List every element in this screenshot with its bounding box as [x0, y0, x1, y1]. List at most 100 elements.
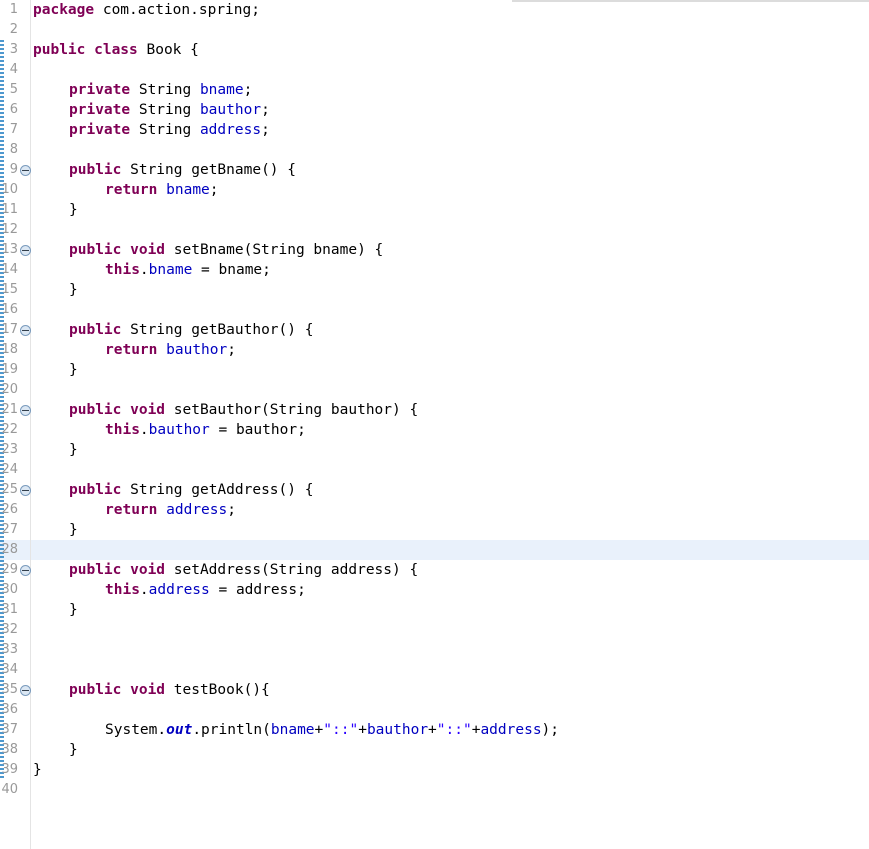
gutter-row[interactable]: 14 — [0, 260, 31, 280]
code-line[interactable]: private String address; — [67, 120, 270, 140]
code-line[interactable] — [31, 540, 33, 560]
gutter-row[interactable]: 40 — [0, 780, 31, 800]
code-line[interactable]: public String getBname() { — [67, 160, 296, 180]
gutter-row[interactable]: 39 — [0, 760, 31, 780]
code-token-plain: } — [69, 202, 78, 218]
gutter-row[interactable]: 16 — [0, 300, 31, 320]
fold-collapse-icon[interactable] — [20, 325, 31, 336]
code-line[interactable]: System.out.println(bname+"::"+bauthor+":… — [103, 720, 559, 740]
code-line[interactable]: public String getBauthor() { — [67, 320, 313, 340]
fold-collapse-icon[interactable] — [20, 245, 31, 256]
gutter-row[interactable]: 13 — [0, 240, 31, 260]
code-line[interactable]: public void testBook(){ — [67, 680, 270, 700]
gutter-row[interactable]: 36 — [0, 700, 31, 720]
gutter-row[interactable]: 31 — [0, 600, 31, 620]
fold-collapse-icon[interactable] — [20, 565, 31, 576]
gutter-row[interactable]: 4 — [0, 60, 31, 80]
fold-collapse-icon[interactable] — [20, 405, 31, 416]
gutter-row[interactable]: 6 — [0, 100, 31, 120]
code-line[interactable] — [31, 60, 33, 80]
gutter-row[interactable]: 22 — [0, 420, 31, 440]
code-line[interactable]: this.address = address; — [103, 580, 306, 600]
code-line[interactable] — [31, 660, 33, 680]
code-token-fld: bname — [270, 722, 315, 738]
code-line[interactable]: private String bname; — [67, 80, 252, 100]
code-token-fld: address — [166, 502, 228, 518]
gutter-row[interactable]: 19 — [0, 360, 31, 380]
code-line[interactable]: return bname; — [103, 180, 219, 200]
gutter-row[interactable]: 23 — [0, 440, 31, 460]
code-line[interactable]: } — [67, 600, 78, 620]
code-line[interactable]: } — [67, 360, 78, 380]
gutter-row[interactable]: 27 — [0, 520, 31, 540]
code-line[interactable]: this.bname = bname; — [103, 260, 271, 280]
java-source-editor[interactable]: 1 2 3 4 5 6 7 8 9 10 11 12 13 14 15 16 17 18 19 20 21 22 23 24 2… — [0, 0, 869, 849]
gutter-row[interactable]: 3 — [0, 40, 31, 60]
gutter-row[interactable]: 30 — [0, 580, 31, 600]
gutter-row[interactable]: 1 — [0, 0, 31, 20]
code-line[interactable]: } — [67, 740, 78, 760]
gutter-row[interactable]: 35 — [0, 680, 31, 700]
code-token-kw: public — [69, 482, 122, 498]
gutter-row[interactable]: 29 — [0, 560, 31, 580]
gutter-row[interactable]: 26 — [0, 500, 31, 520]
code-line[interactable]: public void setBname(String bname) { — [67, 240, 383, 260]
code-line[interactable] — [31, 620, 33, 640]
line-number-gutter[interactable]: 1 2 3 4 5 6 7 8 9 10 11 12 13 14 15 16 17 18 19 20 21 22 23 24 2… — [0, 0, 31, 849]
gutter-row[interactable]: 11 — [0, 200, 31, 220]
code-token-plain: Book { — [137, 42, 199, 58]
gutter-row[interactable]: 24 — [0, 460, 31, 480]
gutter-row[interactable]: 8 — [0, 140, 31, 160]
gutter-row[interactable]: 33 — [0, 640, 31, 660]
code-line[interactable]: return address; — [103, 500, 236, 520]
gutter-row[interactable]: 34 — [0, 660, 31, 680]
gutter-row[interactable]: 10 — [0, 180, 31, 200]
gutter-row[interactable]: 25 — [0, 480, 31, 500]
code-line[interactable] — [31, 700, 33, 720]
gutter-row[interactable]: 18 — [0, 340, 31, 360]
code-line[interactable]: return bauthor; — [103, 340, 236, 360]
code-line[interactable]: this.bauthor = bauthor; — [103, 420, 306, 440]
code-line[interactable]: public String getAddress() { — [67, 480, 313, 500]
code-line[interactable] — [31, 780, 33, 800]
line-number: 23 — [1, 442, 18, 457]
code-line[interactable]: } — [67, 200, 78, 220]
code-line[interactable]: public void setBauthor(String bauthor) { — [67, 400, 418, 420]
code-line[interactable] — [31, 300, 33, 320]
code-line[interactable]: package com.action.spring; — [31, 0, 260, 20]
code-token-plain: } — [69, 362, 78, 378]
code-line[interactable] — [31, 460, 33, 480]
gutter-row[interactable]: 9 — [0, 160, 31, 180]
gutter-row[interactable]: 28 — [0, 540, 31, 560]
fold-collapse-icon[interactable] — [20, 165, 31, 176]
fold-collapse-icon[interactable] — [20, 485, 31, 496]
gutter-row[interactable]: 2 — [0, 20, 31, 40]
code-line[interactable]: } — [67, 280, 78, 300]
gutter-row[interactable]: 32 — [0, 620, 31, 640]
code-line[interactable]: } — [67, 520, 78, 540]
code-line[interactable] — [31, 380, 33, 400]
gutter-row[interactable]: 5 — [0, 80, 31, 100]
gutter-row[interactable]: 37 — [0, 720, 31, 740]
code-text-area[interactable]: package com.action.spring; public class B… — [31, 0, 869, 849]
code-line[interactable]: } — [67, 440, 78, 460]
code-line[interactable] — [31, 20, 33, 40]
gutter-row[interactable]: 12 — [0, 220, 31, 240]
code-line[interactable] — [31, 140, 33, 160]
line-number: 3 — [9, 42, 18, 57]
fold-collapse-icon[interactable] — [20, 685, 31, 696]
code-line[interactable]: private String bauthor; — [67, 100, 270, 120]
code-line[interactable]: } — [31, 760, 42, 780]
code-line[interactable] — [31, 640, 33, 660]
gutter-row[interactable]: 7 — [0, 120, 31, 140]
gutter-row[interactable]: 17 — [0, 320, 31, 340]
code-line[interactable]: public void setAddress(String address) { — [67, 560, 418, 580]
code-line[interactable] — [31, 220, 33, 240]
line-number: 39 — [1, 762, 18, 777]
code-line[interactable]: public class Book { — [31, 40, 199, 60]
gutter-row[interactable]: 21 — [0, 400, 31, 420]
gutter-row[interactable]: 15 — [0, 280, 31, 300]
code-token-plain: . — [139, 582, 149, 598]
gutter-row[interactable]: 38 — [0, 740, 31, 760]
gutter-row[interactable]: 20 — [0, 380, 31, 400]
